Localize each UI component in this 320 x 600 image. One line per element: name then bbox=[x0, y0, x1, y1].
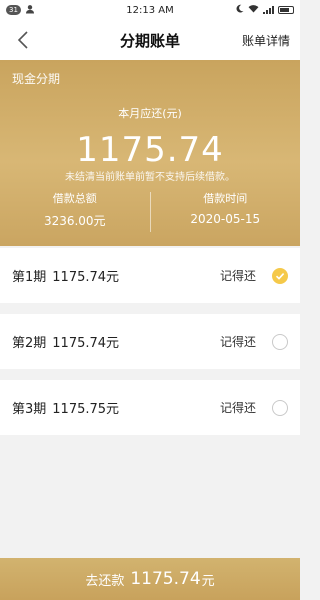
status-time: 12:13 AM bbox=[126, 4, 174, 16]
installment-tag: 记得还 bbox=[219, 269, 256, 283]
battery-icon bbox=[278, 6, 294, 14]
installment-label: 第2期 bbox=[12, 336, 47, 351]
repay-unit: 元 bbox=[201, 573, 215, 589]
installment-amount: 1175.74元 bbox=[52, 270, 120, 285]
notification-badge: 31 bbox=[6, 5, 21, 15]
nav-bar: 分期账单 账单详情 bbox=[0, 20, 300, 60]
installment-tag: 记得还 bbox=[219, 401, 256, 415]
moon-icon bbox=[235, 4, 244, 16]
bill-detail-link[interactable]: 账单详情 bbox=[242, 32, 290, 49]
installment-row[interactable]: 第1期 1175.74元 记得还 bbox=[0, 248, 300, 303]
installment-summary-card: 现金分期 本月应还(元) 1175.74 未结清当前账单前暂不支持后续借款。 借… bbox=[0, 60, 300, 246]
repay-label: 去还款 bbox=[85, 573, 125, 589]
card-label: 现金分期 bbox=[12, 72, 61, 86]
loan-total: 借款总额 3236.00元 bbox=[0, 190, 150, 234]
installment-row[interactable]: 第3期 1175.75元 记得还 bbox=[0, 380, 300, 435]
signal-icon bbox=[263, 6, 274, 14]
chevron-left-icon bbox=[17, 31, 28, 49]
status-left: 31 bbox=[6, 4, 106, 17]
installment-amount: 1175.75元 bbox=[52, 402, 120, 417]
due-label: 本月应还(元) bbox=[118, 107, 182, 120]
installment-row[interactable]: 第2期 1175.74元 记得还 bbox=[0, 314, 300, 369]
loan-date: 借款时间 2020-05-15 bbox=[151, 190, 301, 234]
installment-tag: 记得还 bbox=[219, 335, 256, 349]
check-icon bbox=[275, 272, 285, 280]
installment-label: 第3期 bbox=[12, 402, 47, 417]
installment-radio[interactable] bbox=[272, 399, 288, 416]
installment-label: 第1期 bbox=[12, 270, 47, 285]
installment-radio[interactable] bbox=[272, 267, 288, 284]
loan-date-value: 2020-05-15 bbox=[190, 212, 261, 226]
installment-radio[interactable] bbox=[272, 333, 288, 350]
due-amount: 1175.74 bbox=[76, 130, 224, 170]
page-title: 分期账单 bbox=[119, 31, 180, 50]
repay-amount: 1175.74 bbox=[130, 569, 201, 589]
user-icon bbox=[25, 4, 35, 17]
status-bar: 31 12:13 AM bbox=[0, 0, 300, 20]
loan-stats: 借款总额 3236.00元 借款时间 2020-05-15 bbox=[0, 190, 300, 234]
status-right bbox=[194, 4, 294, 16]
installment-list: 第1期 1175.74元 记得还 第2期 1175.74元 记得还 第3期 11… bbox=[0, 248, 300, 435]
installment-amount: 1175.74元 bbox=[52, 336, 120, 351]
back-button[interactable] bbox=[14, 30, 34, 50]
due-note: 未结清当前账单前暂不支持后续借款。 bbox=[65, 172, 235, 183]
loan-date-label: 借款时间 bbox=[203, 192, 248, 205]
repay-button[interactable]: 去还款 1175.74 元 bbox=[0, 558, 300, 600]
loan-total-value: 3236.00元 bbox=[43, 214, 106, 228]
wifi-icon bbox=[248, 4, 259, 16]
loan-total-label: 借款总额 bbox=[52, 192, 97, 205]
